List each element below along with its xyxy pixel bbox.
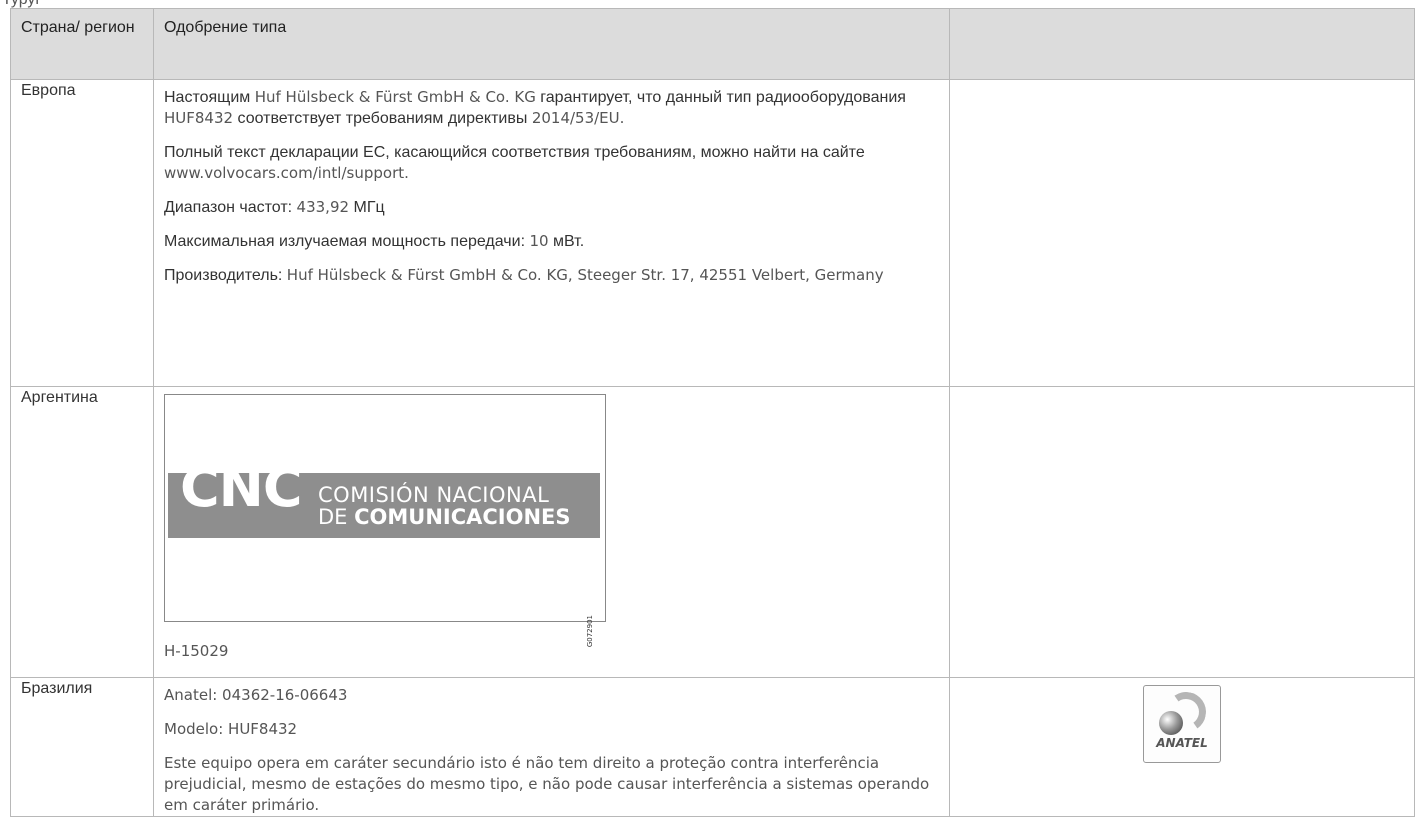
europe-frequency: Диапазон частот: 433,92 МГц (164, 198, 385, 216)
type-approval-table: Страна/ регион Одобрение типа Европа Нас… (10, 8, 1415, 817)
header-approval: Одобрение типа (153, 8, 950, 80)
europe-power: Максимальная излучаемая мощность передач… (164, 232, 585, 250)
cnc-logo-icon: CNC COMISIÓN NACIONAL DE COMUNICACIONES (168, 461, 600, 538)
approval-europe: Настоящим Huf Hülsbeck & Fürst GmbH & Co… (153, 79, 950, 387)
anatel-logo-text: ANATEL (1156, 736, 1208, 750)
brazil-notice: Este equipo opera em caráter secundário … (164, 754, 930, 814)
country-argentina: Аргентина (10, 386, 154, 678)
support-link-text: www.volvocars.com/intl/support (164, 164, 405, 182)
anatel-logo-icon: ANATEL (1143, 685, 1221, 763)
marking-argentina (949, 386, 1415, 678)
brazil-model: Modelo: HUF8432 (164, 720, 298, 738)
europe-declaration: Настоящим Huf Hülsbeck & Fürst GmbH & Co… (164, 88, 906, 127)
table-row-brazil: Бразилия Anatel: 04362-16-06643 Modelo: … (10, 677, 1415, 817)
country-europe: Европа (10, 79, 154, 387)
approval-argentina: CNC COMISIÓN NACIONAL DE COMUNICACIONES … (153, 386, 950, 678)
table-row-europe: Европа Настоящим Huf Hülsbeck & Fürst Gm… (10, 79, 1415, 387)
europe-manufacturer: Производитель: Huf Hülsbeck & Fürst GmbH… (164, 266, 884, 284)
marking-brazil: ANATEL (949, 677, 1415, 817)
europe-full-text: Полный текст декларации ЕС, касающийся с… (164, 144, 865, 182)
marking-europe (949, 79, 1415, 387)
brazil-anatel-number: Anatel: 04362-16-06643 (164, 686, 348, 704)
country-brazil: Бразилия (10, 677, 154, 817)
approval-brazil: Anatel: 04362-16-06643 Modelo: HUF8432 E… (153, 677, 950, 817)
table-header-row: Страна/ регион Одобрение типа (10, 8, 1415, 80)
header-country: Страна/ регион (10, 8, 154, 80)
header-marking (949, 8, 1415, 80)
image-code: G072901 (586, 615, 594, 648)
table-row-argentina: Аргентина CNC COMISIÓN NACIONAL DE COMUN… (10, 386, 1415, 678)
cnc-logo-image: CNC COMISIÓN NACIONAL DE COMUNICACIONES … (164, 394, 606, 647)
argentina-code: H-15029 (164, 642, 229, 660)
